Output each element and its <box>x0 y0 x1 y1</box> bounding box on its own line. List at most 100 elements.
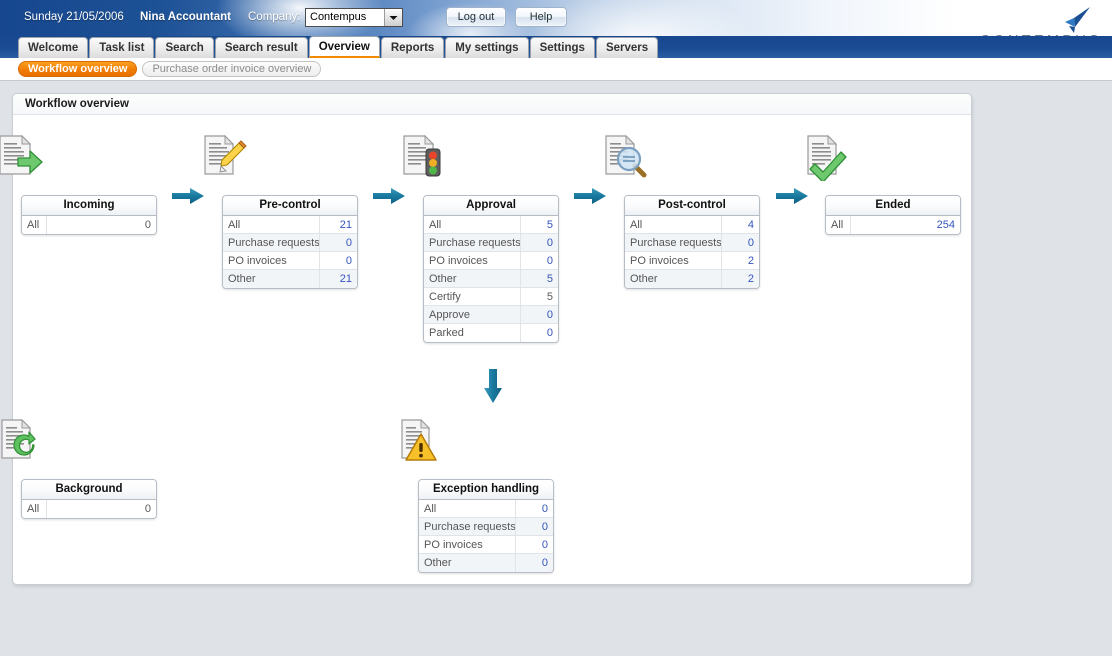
row-value[interactable]: 0 <box>516 518 553 535</box>
row-value[interactable]: 0 <box>516 500 553 517</box>
document-export-icon <box>0 133 48 181</box>
table-row: All 4 <box>625 216 759 234</box>
table-row: PO invoices 0 <box>419 536 553 554</box>
current-user: Nina Accountant <box>140 11 231 23</box>
tab-my-settings[interactable]: My settings <box>445 37 529 58</box>
row-label: Purchase requests <box>424 234 521 251</box>
table-row: Parked 0 <box>424 324 558 342</box>
tab-welcome[interactable]: Welcome <box>18 37 89 58</box>
company-label: Company: <box>248 11 301 23</box>
card-ended: Ended All 254 <box>825 195 961 235</box>
row-value[interactable]: 0 <box>320 234 357 251</box>
row-value[interactable]: 5 <box>521 270 558 287</box>
card-rows: All 21 Purchase requests 0 PO invoices 0 Other… <box>223 216 357 288</box>
tab-overview[interactable]: Overview <box>308 36 380 58</box>
row-value[interactable]: 0 <box>521 234 558 251</box>
row-value[interactable]: 0 <box>722 234 759 251</box>
company-select[interactable]: Contempus <box>305 8 403 27</box>
workflow-overview-panel: Workflow overview Incoming All 0 Pre-con… <box>0 93 972 585</box>
sub-tabs: Workflow overview Purchase order invoice … <box>18 61 326 77</box>
table-row: Purchase requests 0 <box>419 518 553 536</box>
card-title: Background <box>22 480 156 500</box>
table-row: All 21 <box>223 216 357 234</box>
tab-search-result[interactable]: Search result <box>214 37 308 58</box>
table-row: Certify 5 <box>424 288 558 306</box>
company-select-value: Contempus <box>310 11 367 23</box>
row-label: Parked <box>424 324 521 342</box>
row-label: All <box>223 216 320 233</box>
row-value[interactable]: 0 <box>521 306 558 323</box>
table-row: All 0 <box>22 500 156 518</box>
card-title: Exception handling <box>419 480 553 500</box>
table-row: All 254 <box>826 216 960 234</box>
table-row: PO invoices 0 <box>424 252 558 270</box>
table-row: Purchase requests 0 <box>424 234 558 252</box>
tab-task-list[interactable]: Task list <box>89 37 155 58</box>
main-tabs: Welcome Task list Search Search result Overv… <box>18 36 659 58</box>
subtab-workflow-overview[interactable]: Workflow overview <box>18 61 138 77</box>
tab-settings[interactable]: Settings <box>529 37 595 58</box>
row-label: All <box>22 500 47 518</box>
row-value[interactable]: 5 <box>521 216 558 233</box>
card-precontrol: Pre-control All 21 Purchase requests 0 PO in… <box>222 195 358 289</box>
arrow-down-icon <box>483 368 502 403</box>
row-label: Other <box>625 270 722 288</box>
table-row: Approve 0 <box>424 306 558 324</box>
row-value[interactable]: 0 <box>521 324 558 342</box>
tab-reports[interactable]: Reports <box>380 37 445 58</box>
row-label: PO invoices <box>223 252 320 269</box>
row-value[interactable]: 0 <box>521 252 558 269</box>
row-label: All <box>419 500 516 517</box>
document-magnifier-icon <box>597 133 651 181</box>
row-value: 5 <box>546 291 553 303</box>
arrow-right-icon <box>775 187 809 205</box>
table-row: Purchase requests 0 <box>223 234 357 252</box>
subtab-purchase-order-invoice-overview[interactable]: Purchase order invoice overview <box>142 61 322 77</box>
row-value[interactable]: 254 <box>851 216 960 234</box>
document-trafficlight-icon <box>396 133 450 181</box>
row-label: All <box>22 216 47 234</box>
row-value[interactable]: 0 <box>516 536 553 553</box>
contempus-logo: CONTEMPUS <box>980 6 1102 36</box>
row-value[interactable]: 0 <box>516 554 553 572</box>
row-value[interactable]: 0 <box>320 252 357 269</box>
app-header: Sunday 21/05/2006 Nina Accountant Compan… <box>0 0 1112 36</box>
table-row: PO invoices 0 <box>223 252 357 270</box>
table-row: PO invoices 2 <box>625 252 759 270</box>
row-label: Other <box>424 270 521 287</box>
arrow-right-icon <box>171 187 205 205</box>
card-incoming: Incoming All 0 <box>21 195 157 235</box>
table-row: Other 21 <box>223 270 357 288</box>
row-label: Other <box>223 270 320 288</box>
row-value[interactable]: 2 <box>722 270 759 288</box>
table-row: Purchase requests 0 <box>625 234 759 252</box>
page-title: Workflow overview <box>13 94 971 115</box>
tab-search[interactable]: Search <box>155 37 214 58</box>
row-label: Other <box>419 554 516 572</box>
card-rows: All 0 Purchase requests 0 PO invoices 0 Other 0 <box>419 500 553 572</box>
row-value[interactable]: 4 <box>722 216 759 233</box>
row-label: PO invoices <box>625 252 722 269</box>
card-title: Incoming <box>22 196 156 216</box>
card-rows: All 0 <box>22 500 156 518</box>
document-check-icon <box>798 133 852 181</box>
help-button[interactable]: Help <box>515 7 567 27</box>
card-rows: All 4 Purchase requests 0 PO invoices 2 Other 2 <box>625 216 759 288</box>
row-value[interactable]: 21 <box>320 216 357 233</box>
card-rows: All 5 Purchase requests 0 PO invoices 0 Other 5… <box>424 216 558 342</box>
card-rows: All 254 <box>826 216 960 234</box>
card-title: Ended <box>826 196 960 216</box>
card-background: Background All 0 <box>21 479 157 519</box>
row-label: All <box>424 216 521 233</box>
tab-servers[interactable]: Servers <box>595 37 659 58</box>
row-value[interactable]: 21 <box>320 270 357 288</box>
table-row: Other 0 <box>419 554 553 572</box>
current-date: Sunday 21/05/2006 <box>24 11 124 23</box>
row-label: All <box>826 216 851 234</box>
row-label: Purchase requests <box>223 234 320 251</box>
table-row: Other 2 <box>625 270 759 288</box>
row-value[interactable]: 2 <box>722 252 759 269</box>
chevron-down-icon <box>384 9 402 26</box>
row-label: Purchase requests <box>625 234 722 251</box>
logout-button[interactable]: Log out <box>446 7 506 27</box>
